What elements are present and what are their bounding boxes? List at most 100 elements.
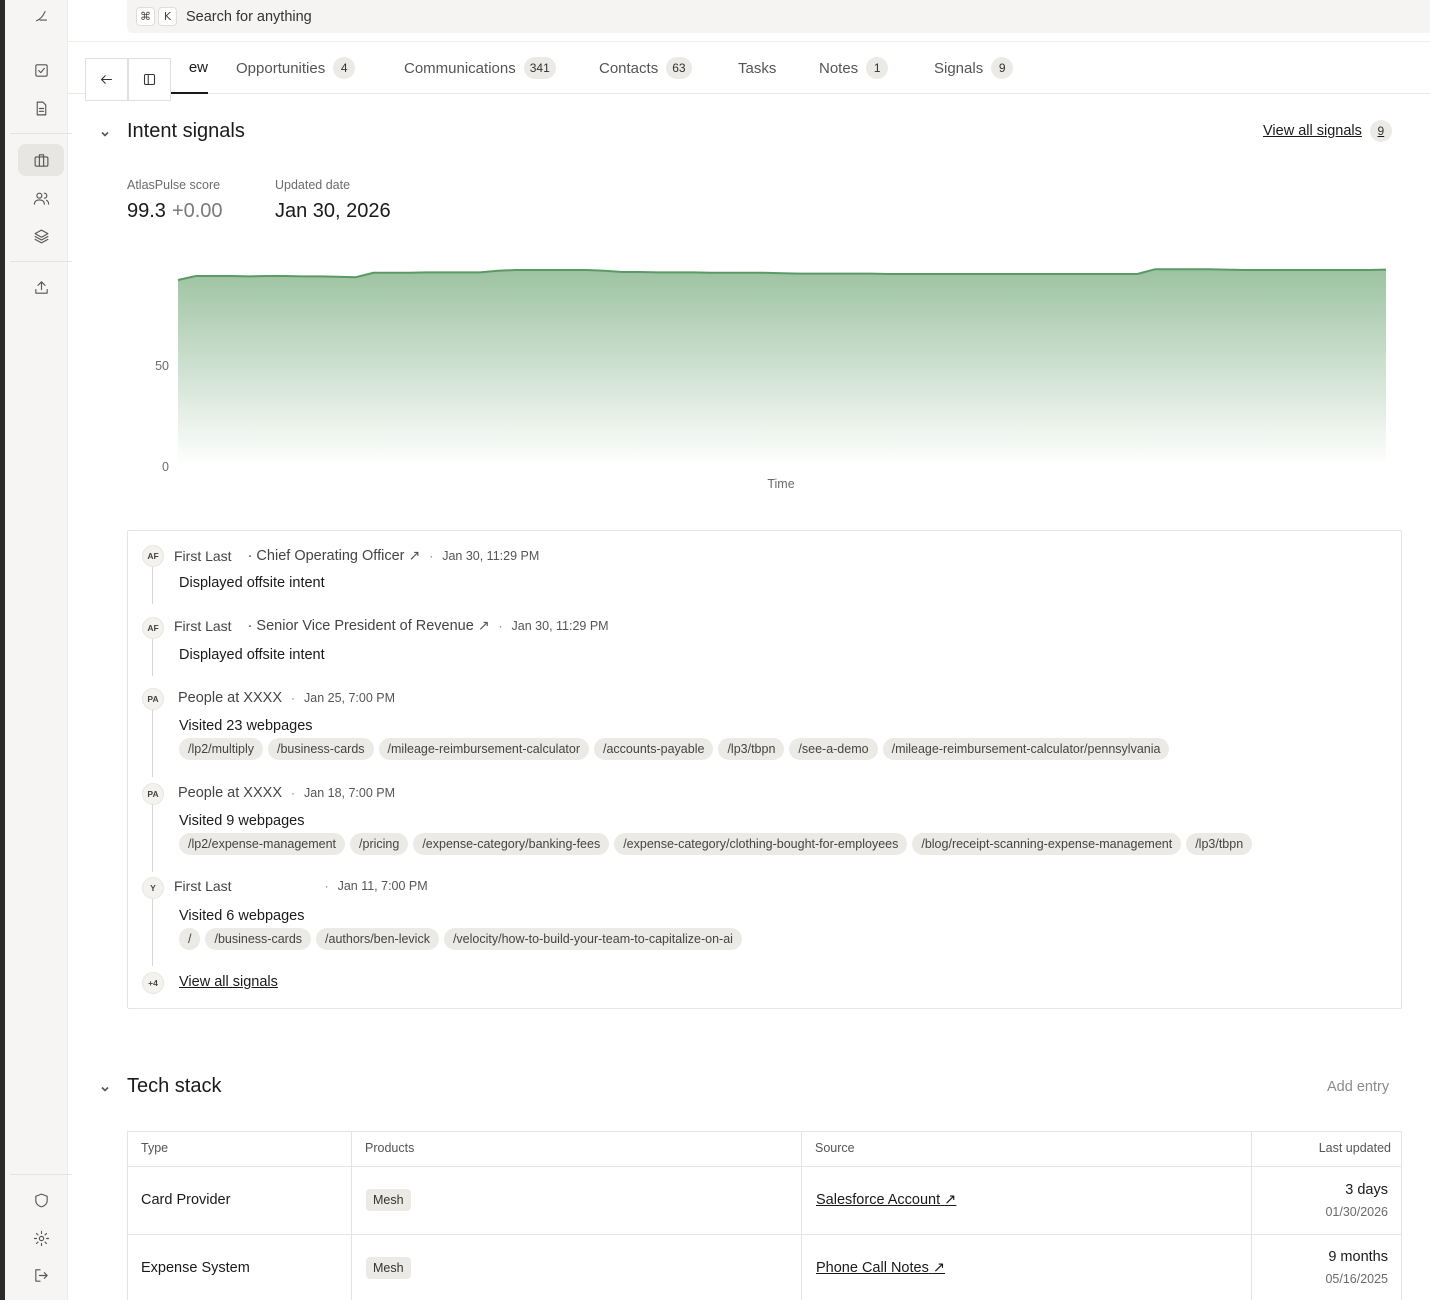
signal-time: Jan 25, 7:00 PM (304, 691, 396, 705)
signal-description: Visited 6 webpages (179, 908, 305, 924)
signal-person-title[interactable]: · Senior Vice President of Revenue (248, 618, 474, 634)
toggle-panel-button[interactable] (128, 58, 171, 101)
tech-type-cell: Expense System (141, 1260, 250, 1276)
view-all-signals-bottom-link[interactable]: View all signals (179, 974, 278, 990)
view-all-signals-label: View all signals (1263, 123, 1362, 139)
timeline-connector (152, 709, 153, 777)
briefcase-icon[interactable] (18, 144, 64, 176)
webpage-chip[interactable]: / (179, 928, 201, 950)
logo-icon[interactable] (18, 0, 64, 32)
layers-icon[interactable] (18, 220, 64, 252)
webpage-chip[interactable]: /business-cards (205, 928, 312, 950)
column-divider (801, 1132, 802, 1300)
logout-icon[interactable] (18, 1259, 64, 1291)
tab-contacts[interactable]: Contacts 63 (599, 42, 692, 94)
source-link-label: Phone Call Notes (816, 1260, 929, 1276)
sidebar-divider (10, 261, 72, 262)
webpage-chips: /lp2/multiply /business-cards /mileage-r… (179, 738, 1170, 760)
webpage-chip[interactable]: /velocity/how-to-build-your-team-to-capi… (443, 928, 742, 950)
global-search-bar[interactable]: ⌘ K Search for anything (127, 0, 1430, 33)
signal-time: Jan 30, 11:29 PM (442, 548, 540, 563)
score-number: 99.3 (127, 200, 166, 222)
tab-label: Communications (404, 59, 516, 77)
more-count-avatar: +4 (142, 972, 164, 994)
webpage-chip[interactable]: /blog/receipt-scanning-expense-managemen… (912, 833, 1182, 855)
source-link[interactable]: Salesforce Account ↗ (816, 1192, 956, 1208)
webpage-chip[interactable]: /lp3/tbpn (1186, 833, 1253, 855)
score-delta: +0.00 (171, 200, 223, 222)
signal-person-title[interactable]: · Chief Operating Officer (248, 548, 405, 564)
signal-description: Displayed offsite intent (179, 647, 325, 663)
y-tick-label: 50 (155, 359, 169, 373)
tab-tasks[interactable]: Tasks (738, 42, 776, 94)
webpage-chip[interactable]: /expense-category/banking-fees (413, 833, 610, 855)
signal-person-name[interactable]: People at XXXX (178, 785, 282, 801)
avatar: AF (142, 617, 164, 639)
signal-header: First Last · Jan 11, 7:00 PM (174, 878, 428, 894)
webpage-chip[interactable]: /authors/ben-levick (316, 928, 439, 950)
avatar: PA (142, 783, 164, 805)
signal-person-name[interactable]: First Last (174, 878, 232, 894)
sidebar-panel-icon (143, 73, 156, 86)
webpage-chip[interactable]: /lp3/tbpn (718, 738, 785, 760)
product-chip[interactable]: Mesh (366, 1257, 411, 1279)
signal-person-name[interactable]: First Last (174, 618, 232, 634)
column-header-products[interactable]: Products (365, 1141, 414, 1155)
tab-signals[interactable]: Signals 9 (934, 42, 1014, 94)
column-header-last-updated[interactable]: Last updated (1319, 1141, 1391, 1155)
count-badge: 4 (333, 57, 356, 79)
tab-communications[interactable]: Communications 341 (404, 42, 556, 94)
timeline-connector (152, 638, 153, 676)
webpage-chip[interactable]: /accounts-payable (593, 738, 714, 760)
gear-icon[interactable] (18, 1222, 64, 1254)
external-link-icon[interactable]: ↗ (478, 617, 490, 634)
chart-svg: 50 0 Time (155, 268, 1387, 491)
separator-dot: · (429, 548, 434, 563)
webpage-chip[interactable]: /see-a-demo (789, 738, 878, 760)
column-header-type[interactable]: Type (141, 1141, 168, 1155)
collapse-tech-chevron[interactable] (100, 1081, 112, 1093)
webpage-chip[interactable]: /lp2/expense-management (179, 833, 346, 855)
webpage-chip[interactable]: /expense-category/clothing-bought-for-em… (614, 833, 908, 855)
webpage-chip[interactable]: /lp2/multiply (179, 738, 263, 760)
signal-header: First Last · Senior Vice President of Re… (174, 617, 609, 634)
last-updated-relative: 9 months (1328, 1249, 1388, 1265)
external-link-icon[interactable]: ↗ (408, 547, 420, 564)
y-tick-label: 0 (162, 460, 169, 474)
webpage-chip[interactable]: /mileage-reimbursement-calculator (378, 738, 589, 760)
signal-person-name[interactable]: First Last (174, 548, 232, 564)
tab-opportunities[interactable]: Opportunities 4 (236, 42, 356, 94)
chevron-down-icon (101, 131, 109, 137)
signal-header: First Last · Chief Operating Officer ↗ ·… (174, 547, 539, 564)
signal-person-name[interactable]: People at XXXX (178, 690, 282, 706)
collapse-intent-chevron[interactable] (100, 126, 112, 138)
users-icon[interactable] (18, 182, 64, 214)
tab-label: Notes (819, 59, 859, 77)
source-link-label: Salesforce Account (816, 1192, 941, 1208)
score-value: 99.3 +0.00 (127, 200, 223, 223)
shield-icon[interactable] (18, 1184, 64, 1216)
tab-label: Contacts (599, 59, 659, 77)
source-link[interactable]: Phone Call Notes ↗ (816, 1260, 945, 1276)
back-button[interactable] (85, 58, 128, 101)
product-chip[interactable]: Mesh (366, 1189, 411, 1211)
document-icon[interactable] (18, 92, 64, 124)
upload-icon[interactable] (18, 271, 64, 303)
add-entry-button[interactable]: Add entry (1327, 1079, 1389, 1095)
webpage-chip[interactable]: /business-cards (268, 738, 374, 760)
webpage-chip[interactable]: /pricing (350, 833, 409, 855)
tab-overview[interactable]: ew (168, 42, 208, 94)
tab-notes[interactable]: Notes 1 (819, 42, 889, 94)
column-header-source[interactable]: Source (815, 1141, 855, 1155)
last-updated-relative: 3 days (1345, 1182, 1388, 1198)
view-all-signals-link[interactable]: View all signals 9 (1263, 120, 1392, 142)
webpage-chip[interactable]: /mileage-reimbursement-calculator/pennsy… (882, 738, 1170, 760)
separator-dot: · (291, 691, 295, 705)
section-title-tech-stack: Tech stack (127, 1075, 222, 1097)
section-title-intent: Intent signals (127, 120, 245, 142)
search-input[interactable]: Search for anything (186, 9, 312, 25)
last-updated-date: 01/30/2026 (1325, 1205, 1388, 1219)
task-check-icon[interactable] (18, 54, 64, 86)
timeline-connector (152, 804, 153, 872)
last-updated-cell: 3 days 01/30/2026 (1325, 1182, 1388, 1219)
